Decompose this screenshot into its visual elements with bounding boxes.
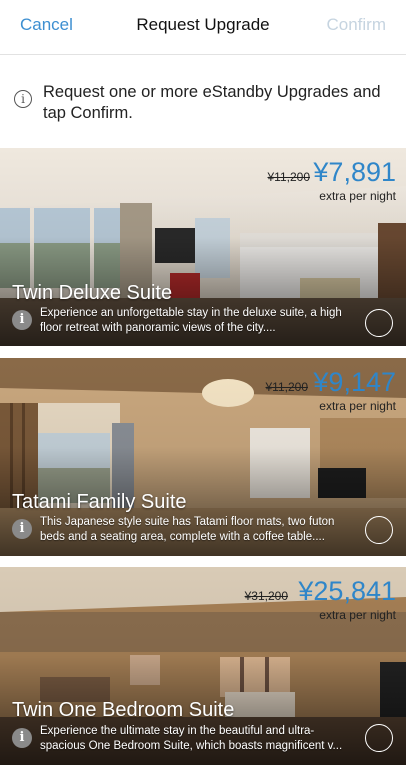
room-card-twin-one-bedroom[interactable]: ¥31,200 ¥25,841 extra per night Twin One… bbox=[0, 567, 406, 765]
original-price: ¥11,200 bbox=[265, 380, 309, 394]
select-room-checkbox[interactable] bbox=[365, 309, 393, 337]
instruction-text: Request one or more eStandby Upgrades an… bbox=[43, 83, 381, 122]
nav-bar: Cancel Request Upgrade Confirm bbox=[0, 0, 406, 55]
instruction-row: i Request one or more eStandby Upgrades … bbox=[0, 55, 406, 147]
confirm-button[interactable]: Confirm bbox=[326, 15, 386, 35]
room-card-tatami-family[interactable]: ¥11,200 ¥9,147 extra per night Tatami Fa… bbox=[0, 358, 406, 556]
select-room-checkbox[interactable] bbox=[365, 516, 393, 544]
room-name: Tatami Family Suite bbox=[12, 491, 187, 513]
info-icon: i bbox=[14, 90, 32, 108]
select-room-checkbox[interactable] bbox=[365, 724, 393, 752]
room-info-icon[interactable]: i bbox=[12, 519, 32, 539]
room-description: This Japanese style suite has Tatami flo… bbox=[40, 516, 335, 543]
upgrade-price: ¥25,841 bbox=[298, 576, 396, 606]
price-unit: extra per night bbox=[319, 608, 396, 622]
room-card-twin-deluxe[interactable]: ¥11,200 ¥7,891 extra per night Twin Delu… bbox=[0, 148, 406, 346]
original-price: ¥31,200 bbox=[244, 589, 288, 603]
room-description: Experience an unforgettable stay in the … bbox=[40, 307, 342, 334]
room-info-icon[interactable]: i bbox=[12, 310, 32, 330]
price-unit: extra per night bbox=[319, 399, 396, 413]
room-name: Twin Deluxe Suite bbox=[12, 282, 173, 304]
upgrade-price: ¥9,147 bbox=[313, 367, 396, 397]
room-description: Experience the ultimate stay in the beau… bbox=[40, 725, 343, 752]
room-info-icon[interactable]: i bbox=[12, 728, 32, 748]
price-unit: extra per night bbox=[319, 189, 396, 203]
original-price: ¥11,200 bbox=[267, 170, 311, 184]
upgrade-price: ¥7,891 bbox=[313, 157, 396, 187]
room-name: Twin One Bedroom Suite bbox=[12, 699, 235, 721]
